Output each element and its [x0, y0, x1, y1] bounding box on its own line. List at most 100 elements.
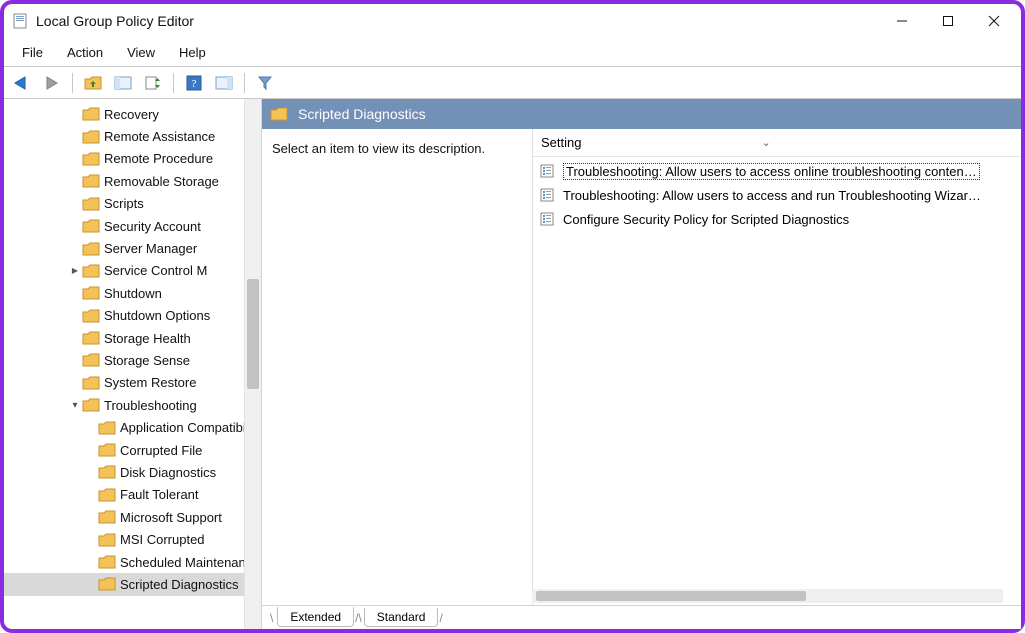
forward-button[interactable]	[38, 71, 66, 95]
policy-icon	[539, 163, 557, 179]
separator	[72, 73, 73, 93]
setting-label: Configure Security Policy for Scripted D…	[563, 212, 849, 227]
folder-icon	[82, 241, 100, 257]
tree-item-label: Removable Storage	[104, 174, 219, 189]
scrollbar-thumb[interactable]	[247, 279, 259, 389]
maximize-button[interactable]	[925, 5, 971, 37]
tree-item-label: Corrupted File	[120, 443, 202, 458]
tree-item[interactable]: Storage Sense	[4, 349, 261, 371]
description-column: Select an item to view its description.	[262, 129, 532, 605]
scrollbar-thumb[interactable]	[536, 591, 806, 601]
folder-icon	[98, 576, 116, 592]
tree-item[interactable]: ▾Troubleshooting	[4, 394, 261, 416]
up-folder-button[interactable]	[79, 71, 107, 95]
back-button[interactable]	[8, 71, 36, 95]
tree-item-label: Shutdown	[104, 286, 162, 301]
tree[interactable]: Recovery Remote Assistance Remote Procedur…	[4, 103, 261, 596]
menu-bar: File Action View Help	[4, 39, 1021, 67]
policy-icon	[539, 187, 557, 203]
tree-item-label: Storage Sense	[104, 353, 190, 368]
tree-item-label: Service Control M	[104, 263, 207, 278]
tree-scrollbar[interactable]	[244, 99, 261, 629]
horizontal-scrollbar[interactable]	[532, 589, 1003, 603]
folder-icon	[98, 487, 116, 503]
show-hide-tree-button[interactable]	[109, 71, 137, 95]
detail-pane: Scripted Diagnostics Select an item to v…	[262, 99, 1021, 629]
tree-item[interactable]: Microsoft Support	[4, 506, 261, 528]
detail-title: Scripted Diagnostics	[298, 106, 426, 122]
tree-item[interactable]: Scripts	[4, 193, 261, 215]
tree-item[interactable]: Security Account	[4, 215, 261, 237]
tree-item-label: Recovery	[104, 107, 159, 122]
tree-item-label: Server Manager	[104, 241, 197, 256]
tree-item[interactable]: Shutdown	[4, 282, 261, 304]
window-title: Local Group Policy Editor	[36, 13, 194, 29]
tree-item[interactable]: Server Manager	[4, 237, 261, 259]
tab-standard[interactable]: Standard	[364, 608, 439, 627]
folder-icon	[82, 397, 100, 413]
tree-item-label: Remote Assistance	[104, 129, 215, 144]
window-controls	[879, 5, 1017, 37]
filter-button[interactable]	[251, 71, 279, 95]
description-text: Select an item to view its description.	[272, 141, 485, 156]
close-button[interactable]	[971, 5, 1017, 37]
folder-icon	[82, 263, 100, 279]
settings-header[interactable]: Setting ⌄	[533, 129, 1021, 157]
help-button[interactable]: ?	[180, 71, 208, 95]
tab-slash: /\	[355, 611, 362, 625]
show-hide-action-button[interactable]	[210, 71, 238, 95]
tree-item-label: Security Account	[104, 219, 201, 234]
setting-label: Troubleshooting: Allow users to access o…	[563, 163, 980, 180]
tree-item[interactable]: Removable Storage	[4, 170, 261, 192]
tree-item[interactable]: Scripted Diagnostics	[4, 573, 261, 595]
folder-icon	[98, 509, 116, 525]
tree-item[interactable]: Storage Health	[4, 327, 261, 349]
tree-item[interactable]: System Restore	[4, 372, 261, 394]
tree-item[interactable]: ▶ Service Control M	[4, 260, 261, 282]
tree-item[interactable]: Scheduled Maintenance	[4, 551, 261, 573]
folder-icon	[82, 106, 100, 122]
setting-row[interactable]: Configure Security Policy for Scripted D…	[533, 207, 1021, 231]
tree-item[interactable]: Disk Diagnostics	[4, 461, 261, 483]
tree-item-label: Storage Health	[104, 331, 191, 346]
tree-item[interactable]: Recovery	[4, 103, 261, 125]
tab-extended[interactable]: Extended	[277, 607, 354, 627]
menu-view[interactable]: View	[115, 41, 167, 64]
separator	[173, 73, 174, 93]
folder-icon	[82, 285, 100, 301]
tree-item[interactable]: Application Compatibility	[4, 416, 261, 438]
title-bar: Local Group Policy Editor	[4, 4, 1021, 39]
tree-item[interactable]: Remote Procedure	[4, 148, 261, 170]
settings-header-label: Setting	[533, 135, 581, 150]
tree-item[interactable]: Remote Assistance	[4, 125, 261, 147]
main-area: Recovery Remote Assistance Remote Procedur…	[4, 99, 1021, 629]
tree-item[interactable]: Shutdown Options	[4, 305, 261, 327]
minimize-button[interactable]	[879, 5, 925, 37]
toolbar: ?	[4, 67, 1021, 99]
tree-item[interactable]: MSI Corrupted	[4, 528, 261, 550]
app-icon	[12, 12, 30, 30]
tree-item-label: System Restore	[104, 375, 196, 390]
tree-item-label: Remote Procedure	[104, 151, 213, 166]
folder-icon	[98, 554, 116, 570]
menu-action[interactable]: Action	[55, 41, 115, 64]
folder-icon	[82, 196, 100, 212]
settings-column: Setting ⌄ Troubleshooting: Allow users t…	[532, 129, 1021, 605]
policy-icon	[539, 211, 557, 227]
expander-icon[interactable]: ▾	[68, 400, 82, 411]
bottom-tabs: \ Extended /\ Standard /	[262, 605, 1021, 629]
folder-icon	[82, 218, 100, 234]
folder-icon	[82, 173, 100, 189]
export-list-button[interactable]	[139, 71, 167, 95]
tree-item-label: Scheduled Maintenance	[120, 555, 260, 570]
folder-icon	[82, 375, 100, 391]
detail-body: Select an item to view its description. …	[262, 129, 1021, 605]
expander-icon[interactable]: ▶	[68, 266, 82, 275]
menu-help[interactable]: Help	[167, 41, 218, 64]
tree-item-label: Shutdown Options	[104, 308, 210, 323]
tree-item[interactable]: Fault Tolerant	[4, 484, 261, 506]
menu-file[interactable]: File	[10, 41, 55, 64]
tree-item[interactable]: Corrupted File	[4, 439, 261, 461]
setting-row[interactable]: Troubleshooting: Allow users to access o…	[533, 159, 1021, 183]
setting-row[interactable]: Troubleshooting: Allow users to access a…	[533, 183, 1021, 207]
